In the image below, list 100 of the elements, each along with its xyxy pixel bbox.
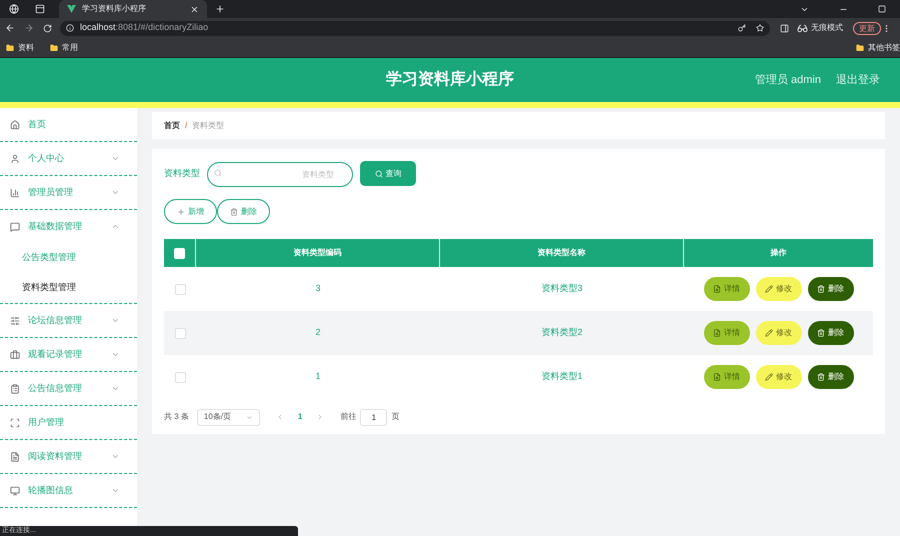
delete-button[interactable]: 删除 xyxy=(808,277,854,301)
add-button[interactable]: 新增 xyxy=(164,199,217,224)
info-icon xyxy=(66,24,74,32)
incognito-icon xyxy=(797,22,808,34)
trash-icon xyxy=(817,285,825,293)
pencil-icon xyxy=(765,285,773,293)
globe-icon xyxy=(9,4,19,14)
chevron-down-icon xyxy=(111,350,120,359)
checkbox[interactable] xyxy=(174,372,186,382)
key-icon[interactable] xyxy=(738,24,746,32)
folder-icon xyxy=(856,44,864,52)
sidebar-item[interactable]: 管理员管理 xyxy=(0,176,137,209)
document-icon xyxy=(10,452,20,462)
trash-icon xyxy=(817,373,825,381)
detail-button[interactable]: 详情 xyxy=(704,365,750,389)
table-cell-text: 1 xyxy=(315,370,320,384)
detail-button[interactable]: 详情 xyxy=(704,277,750,301)
sidebar-item[interactable]: 用户管理 xyxy=(0,406,137,439)
frame-icon xyxy=(10,418,20,428)
table-cell-text: 2 xyxy=(315,326,320,340)
reload-icon[interactable] xyxy=(43,24,52,32)
goto-label: 前往 xyxy=(340,411,356,423)
sidebar-item[interactable]: 轮播图信息 xyxy=(0,474,137,507)
pencil-icon xyxy=(765,329,773,337)
update-button[interactable]: 更新 xyxy=(853,22,881,34)
home-icon xyxy=(10,120,20,130)
chevron-down-icon xyxy=(246,414,253,420)
page-unit-label: 页 xyxy=(391,411,400,423)
clipboard-icon xyxy=(10,384,20,394)
search-icon xyxy=(374,170,382,178)
table-cell-text: 资料类型3 xyxy=(541,282,582,296)
delete-button[interactable]: 删除 xyxy=(808,321,854,345)
sidebar-item[interactable]: 公告信息管理 xyxy=(0,372,137,405)
restore-icon[interactable] xyxy=(878,5,886,13)
page-size-select[interactable]: 10条/页 xyxy=(196,408,260,426)
chat-icon xyxy=(10,222,20,232)
edit-button[interactable]: 修改 xyxy=(756,277,802,301)
back-icon[interactable] xyxy=(5,23,15,33)
logout-link[interactable]: 退出登录 xyxy=(836,72,880,88)
address-bar[interactable]: localhost:8081/#/dictionaryZiliao xyxy=(60,20,770,36)
trash-icon xyxy=(817,329,825,337)
new-tab-icon[interactable] xyxy=(215,4,225,14)
breadcrumb-separator: / xyxy=(185,120,188,132)
submenu-item[interactable]: 公告类型管理 xyxy=(0,243,137,273)
sidebar-item[interactable]: 首页 xyxy=(0,108,137,141)
star-icon[interactable] xyxy=(756,24,764,32)
search-label: 资料类型 xyxy=(164,166,200,180)
bookmark[interactable]: 其他书签 xyxy=(856,42,900,54)
chevron-down-icon xyxy=(111,486,120,495)
bookmark[interactable]: 常用 xyxy=(50,42,78,54)
breadcrumb-link[interactable]: 首页 xyxy=(164,120,180,132)
chevron-down-icon xyxy=(111,452,120,461)
search-button[interactable]: 查询 xyxy=(360,161,416,186)
monitor-icon xyxy=(10,486,20,496)
chevron-down-icon xyxy=(111,154,120,163)
chevron-down-icon xyxy=(111,316,120,325)
delete-button[interactable]: 删除 xyxy=(808,365,854,389)
pencil-icon xyxy=(765,373,773,381)
edit-button[interactable]: 修改 xyxy=(756,365,802,389)
table-cell-text: 资料类型1 xyxy=(541,370,582,384)
page-number[interactable]: 1 xyxy=(298,411,302,423)
chevron-up-icon xyxy=(111,222,120,231)
checkbox[interactable] xyxy=(174,284,186,294)
edit-button[interactable]: 修改 xyxy=(756,321,802,345)
trash-icon xyxy=(230,208,238,216)
detail-button[interactable]: 详情 xyxy=(704,321,750,345)
bookmark[interactable]: 资料 xyxy=(6,42,34,54)
forward-icon[interactable] xyxy=(24,23,34,33)
page-input[interactable]: 1 xyxy=(360,408,388,426)
sidebar-item[interactable]: 阅读资料管理 xyxy=(0,440,137,473)
sidebar-item[interactable]: 个人中心 xyxy=(0,142,137,175)
table-cell-text: 3 xyxy=(315,282,320,296)
folder-icon xyxy=(50,44,58,52)
plus-icon xyxy=(177,208,185,216)
user-label: 管理员 admin xyxy=(754,72,821,88)
side-panel-icon[interactable] xyxy=(780,24,789,32)
sidebar-item[interactable]: 观看记录管理 xyxy=(0,338,137,371)
chart-icon xyxy=(10,188,20,198)
sidebar-item[interactable]: 论坛信息管理 xyxy=(0,304,137,337)
profile-label: 无痕模式 xyxy=(811,22,843,34)
submenu-item[interactable]: 资料类型管理 xyxy=(0,273,137,303)
column-header: 操作 xyxy=(769,247,788,259)
folder-icon xyxy=(6,44,14,52)
logo-icon xyxy=(67,5,76,13)
document-icon xyxy=(713,285,721,293)
url-text: localhost:8081/#/dictionaryZiliao xyxy=(80,21,210,34)
breadcrumb-current: 资料类型 xyxy=(192,120,224,132)
app-title: 学习资料库小程序 xyxy=(386,69,514,90)
chevron-down-icon xyxy=(111,188,120,197)
document-icon xyxy=(713,373,721,381)
sidebar-item[interactable]: 基础数据管理 xyxy=(0,210,137,243)
browser-tab[interactable]: 学习资料库小程序 xyxy=(59,0,207,18)
briefcase-icon xyxy=(10,350,20,360)
delete-button[interactable]: 删除 xyxy=(217,199,270,224)
table-cell-text: 资料类型2 xyxy=(541,326,582,340)
search-field[interactable]: 资料类型 xyxy=(207,162,353,186)
chevron-down-icon xyxy=(111,384,120,393)
search-icon xyxy=(214,168,222,176)
close-icon[interactable] xyxy=(190,4,199,14)
checkbox[interactable] xyxy=(174,328,186,338)
